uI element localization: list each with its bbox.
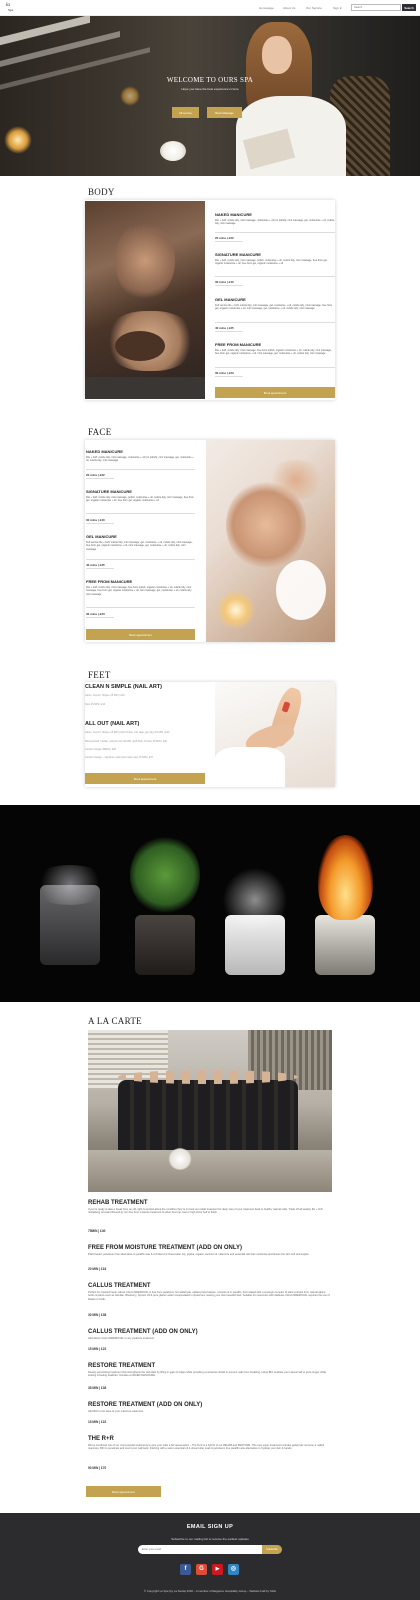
alacarte-item-desc: Perfect for cracked heels, Aduso CALLUSR…	[88, 1291, 330, 1301]
face-item-name: FREE FROM MANICURE	[86, 579, 133, 584]
woman-face	[262, 36, 292, 74]
face-item-name: GEL MANICURE	[86, 534, 117, 539]
alacarte-item-name: CALLUS TREATMENT	[88, 1283, 151, 1289]
subscribe-button[interactable]: Subscribe	[262, 1545, 282, 1554]
body-item-desc: File + buff, cuticle tidy, mini massage,…	[215, 259, 328, 266]
feet-line: Gloss, French, Stripes 15 MIN | £10	[85, 694, 125, 697]
soil-glass	[135, 915, 195, 975]
face-item-price: 30 mins | £40	[86, 518, 105, 522]
logo[interactable]: la Spa	[6, 3, 18, 13]
section-title-body: BODY	[88, 187, 115, 197]
feet-line: Custom design – signature nails (two nai…	[85, 756, 154, 759]
instagram-icon[interactable]: ◎	[228, 1564, 239, 1575]
hero-subtitle: Hope you have the best experience in her…	[181, 87, 239, 91]
face-item-desc: File + buff, cuticle tidy, mini massage,…	[86, 586, 192, 596]
nav-link-homepage[interactable]: Homepage	[259, 6, 274, 10]
book-appointment-button-feet[interactable]: Book appointment	[85, 773, 205, 784]
alacarte-item-price: 15 MIN | £22	[88, 1347, 107, 1351]
alacarte-item-price: 15 MIN | £22	[88, 1420, 107, 1424]
section-title-feet: FEET	[88, 670, 111, 680]
feet-line: Gloss, French, Stripes 15 MIN | £10 Ombr…	[85, 731, 170, 734]
plant	[130, 835, 200, 915]
feet-group-title: CLEAN N SIMPLE (NAIL ART)	[85, 684, 162, 690]
alacarte-item-price: 35 MIN | £38	[88, 1386, 107, 1390]
face-item-name: NAKED MANICURE	[86, 449, 123, 454]
body-item-price: 20 mins | £22	[215, 236, 234, 240]
flame	[318, 835, 373, 920]
alacarte-item-desc: If you’re ready to take a break from an …	[88, 1208, 324, 1215]
feet-line: Custom design 30MIN | £35	[85, 748, 116, 751]
alacarte-item-desc: Add BIO to the base of your manicure tre…	[88, 1410, 144, 1413]
face-item-price: 30 mins | £23	[86, 612, 105, 616]
book-appointment-button-alacarte[interactable]: Book appointment	[86, 1486, 161, 1497]
alacarte-item-desc: Add Aduso CALLUSREMOVAL to any pedicure …	[88, 1337, 155, 1340]
google-plus-icon[interactable]: G	[196, 1564, 207, 1575]
face-item-price: 20 mins | £22	[86, 473, 105, 477]
face-treatment-photo	[206, 440, 335, 642]
alacarte-item-desc: We’ve combined two of our most popular t…	[88, 1444, 325, 1451]
top-navbar: la Spa Homepage About Us Our Service Sig…	[0, 0, 420, 16]
body-item-name: NAKED MANICURE	[215, 212, 252, 217]
book-appointment-button-face[interactable]: Book appointment	[86, 629, 195, 640]
section-title-face: FACE	[88, 427, 112, 437]
face-item-desc: File + buff, cuticle tidy, mini massage,…	[86, 456, 194, 463]
face-item-price: 40 mins | £35	[86, 563, 105, 567]
face-item-desc: Full service file + buff, cuticle tidy, …	[86, 541, 193, 551]
youtube-icon[interactable]: ▶	[212, 1564, 223, 1575]
elements-banner-photo	[0, 805, 420, 1002]
fire-glass	[315, 915, 375, 975]
body-item-desc: Full service file + buff, cuticle tidy, …	[215, 304, 333, 311]
email-input[interactable]	[138, 1545, 262, 1554]
alacarte-item-name: CALLUS TREATMENT (ADD ON ONLY)	[88, 1329, 198, 1335]
email-signup-title: EMAIL SIGN UP	[186, 1524, 234, 1530]
body-item-name: GEL MANICURE	[215, 297, 246, 302]
alacarte-item-price: 30 MIN | £38	[88, 1313, 107, 1317]
feet-group-title: ALL OUT (NAIL ART)	[85, 721, 140, 727]
body-item-name: FREE FROM MANICURE	[215, 342, 262, 347]
section-title-alacarte: A LA CARTE	[88, 1016, 142, 1026]
email-signup-subtitle: Subscribe to our mailing list to receive…	[171, 1537, 249, 1541]
alacarte-item-name: FREE FROM MOISTURE TREATMENT (ADD ON ONL…	[88, 1245, 242, 1251]
alacarte-item-price: 75MIN | £40	[88, 1229, 106, 1233]
body-massage-photo	[85, 201, 205, 399]
all-service-button[interactable]: All service	[172, 107, 199, 118]
nav-link-sign-in[interactable]: Sign in	[333, 6, 342, 10]
copyright-text: © Copyright La Spa (by La Sesta) 2018 – …	[144, 1589, 276, 1593]
body-item-desc: File + buff, cuticle tidy, mini massage,…	[215, 349, 332, 356]
search-input[interactable]	[351, 4, 401, 11]
flower-vase	[160, 141, 186, 161]
body-item-desc: File + buff, cuticle tidy, mini massage,…	[215, 219, 335, 226]
search-button[interactable]: Search	[402, 4, 416, 11]
body-item-price: 30 mins | £23	[215, 371, 234, 375]
body-item-price: 40 mins | £35	[215, 326, 234, 330]
feet-line: Rhinestone8, marble, animal print 20 MIN…	[85, 740, 167, 743]
feet-line: Dots 15 MIN | £10	[85, 703, 106, 706]
body-item-price: 30 mins | £40	[215, 280, 234, 284]
alacarte-item-desc: Plant based, petroleum free alternative …	[88, 1253, 310, 1256]
hero-title: WELCOME TO OURS SPA	[166, 76, 254, 84]
alacarte-item-desc: Deeply penetrating treatment that streng…	[88, 1371, 327, 1378]
lamp-glow	[4, 126, 32, 154]
alacarte-item-name: RESTORE TREATMENT (ADD ON ONLY)	[88, 1402, 203, 1408]
alacarte-item-price: 90 MIN | £70	[88, 1466, 107, 1470]
logo-line-2: Spa	[8, 8, 14, 12]
alacarte-item-name: RESTORE TREATMENT	[88, 1363, 156, 1369]
alacarte-item-price: 20 MIN | £16	[88, 1267, 107, 1271]
nav-link-our-service[interactable]: Our Service	[306, 6, 322, 10]
hero-banner: WELCOME TO OURS SPA Hope you have the be…	[0, 16, 420, 176]
facebook-icon[interactable]: f	[180, 1564, 191, 1575]
face-item-desc: File + buff, cuticle tidy, mini massage,…	[86, 496, 194, 503]
alacarte-item-name: REHAB TREATMENT	[88, 1200, 148, 1206]
face-item-name: SIGNATURE MANICURE	[86, 489, 132, 494]
feet-treatment-photo	[215, 682, 335, 787]
footer: EMAIL SIGN UP Subscribe to our mailing l…	[0, 1513, 420, 1600]
body-item-name: SIGNATURE MANICURE	[215, 252, 261, 257]
book-massage-button[interactable]: Book Massage	[207, 107, 242, 118]
book-appointment-button-body[interactable]: Book appointment	[215, 387, 335, 398]
alacarte-item-name: THE R+R	[88, 1436, 114, 1442]
staff-group-photo	[88, 1030, 332, 1192]
nav-link-about-us[interactable]: About Us	[283, 6, 295, 10]
